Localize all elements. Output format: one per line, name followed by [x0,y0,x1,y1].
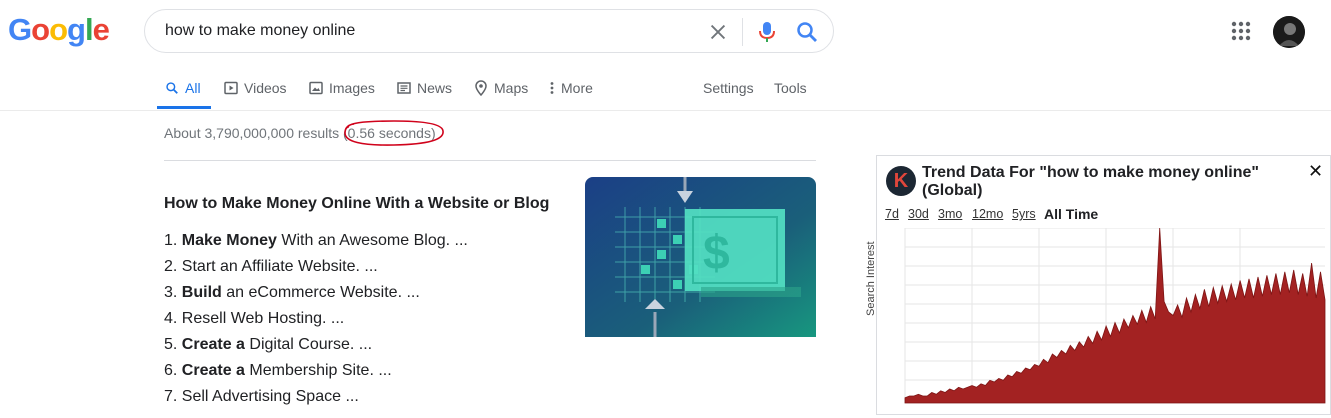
list-item: 3. Build an eCommerce Website. ... [164,282,468,308]
featured-snippet-title[interactable]: How to Make Money Online With a Website … [164,195,549,213]
range-12mo[interactable]: 12mo [972,207,1003,221]
list-item: 5. Create a Digital Course. ... [164,334,468,360]
tab-images[interactable]: Images [309,78,375,98]
featured-snippet-image[interactable]: $ [585,177,816,337]
google-logo[interactable]: Google [8,12,110,48]
map-pin-icon [475,80,487,96]
list-item-text: Sell Advertising Space ... [181,388,359,405]
list-item-text: an eCommerce Website. ... [221,284,420,301]
list-item-number: 4. [164,310,182,327]
list-item-number: 3. [164,284,182,301]
avatar-image [1273,16,1305,48]
microphone-icon[interactable] [757,20,777,44]
logo-letter: l [84,12,94,47]
search-icon [166,82,178,94]
trend-title: Trend Data For "how to make money online… [922,164,1259,199]
tab-label: All [185,80,201,96]
list-item-text: Resell Web Hosting. ... [181,310,345,327]
range-3mo[interactable]: 3mo [938,207,962,221]
list-item-bold: Create a [181,362,245,379]
play-icon [224,81,238,95]
tab-more[interactable]: More [549,78,593,98]
y-axis-label: Search Interest [865,241,877,316]
close-icon[interactable] [707,21,729,43]
list-item: 7. Sell Advertising Space ... [164,386,468,412]
tab-label: Maps [494,80,529,96]
active-tab-indicator [157,106,211,109]
close-icon[interactable]: ✕ [1308,161,1323,182]
trend-area-series [904,228,1326,404]
range-all-time: All Time [1044,206,1099,222]
keywords-everywhere-logo: K [886,166,916,196]
news-icon [397,82,411,94]
list-item: 2. Start an Affiliate Website. ... [164,256,468,282]
range-7d[interactable]: 7d [885,207,899,221]
list-item-number: 1. [164,232,182,249]
logo-letter: e [92,12,110,47]
trend-data-panel: K Trend Data For "how to make money onli… [865,155,1331,415]
results-divider [164,160,816,161]
list-item-number: 5. [164,336,182,353]
list-item-number: 7. [164,388,182,405]
list-item-text: Digital Course. ... [244,336,373,353]
tab-label: Videos [244,80,287,96]
search-box[interactable]: how to make money online [144,9,834,53]
list-item: 6. Create a Membership Site. ... [164,360,468,386]
tab-all[interactable]: All [165,78,201,98]
list-item: 4. Resell Web Hosting. ... [164,308,468,334]
list-item: 1. Make Money With an Awesome Blog. ... [164,230,468,256]
svg-text:$: $ [703,227,730,280]
logo-letter: g [67,12,86,47]
tools-label: Tools [774,80,807,96]
range-5yrs[interactable]: 5yrs [1012,207,1036,221]
avatar[interactable] [1273,16,1305,48]
image-icon [309,81,323,95]
apps-grid-icon[interactable] [1230,20,1252,42]
tab-videos[interactable]: Videos [224,78,287,98]
tab-news[interactable]: News [397,78,452,98]
tools-button[interactable]: Tools [774,78,807,98]
more-vert-icon [550,82,554,94]
tab-label: News [417,80,453,96]
list-item-number: 6. [164,362,182,379]
logo-letter: o [31,12,50,47]
list-item-text: With an Awesome Blog. ... [276,232,468,249]
tab-label: More [561,80,593,96]
logo-letter: o [49,12,68,47]
range-30d[interactable]: 30d [908,207,929,221]
featured-snippet-list: 1. Make Money With an Awesome Blog. ... 2… [164,230,468,412]
list-item-number: 2. [164,258,182,275]
search-input[interactable]: how to make money online [165,22,355,40]
header-divider [0,110,1331,111]
search-icon[interactable] [795,20,819,44]
list-item-bold: Build [181,284,222,301]
list-item-bold: Make Money [181,232,277,249]
search-divider [742,18,743,46]
trend-chart [904,228,1326,404]
list-item-text: Start an Affiliate Website. ... [181,258,378,275]
settings-button[interactable]: Settings [703,78,754,98]
list-item-text: Membership Site. ... [244,362,392,379]
tab-maps[interactable]: Maps [474,78,528,98]
tab-label: Images [329,80,375,96]
red-annotation-circle [344,120,444,146]
money-illustration: $ [585,177,816,337]
settings-label: Settings [703,80,754,96]
list-item-bold: Create a [181,336,245,353]
logo-letter: G [8,12,32,47]
